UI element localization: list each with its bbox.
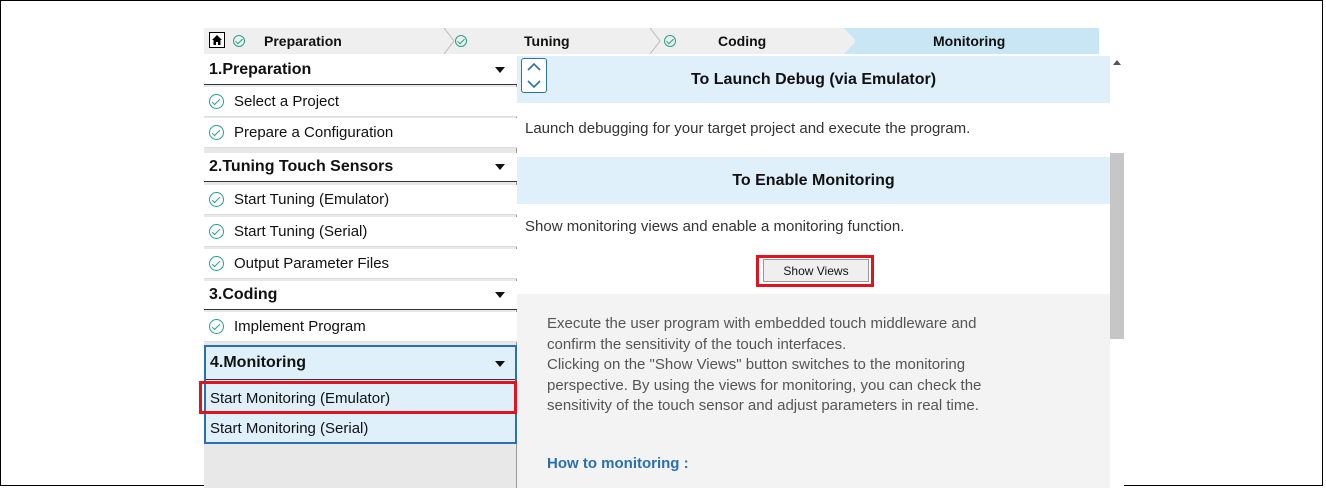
launch-debug-header: To Launch Debug (via Emulator) [517, 56, 1110, 103]
sidebar-item-label: Output Parameter Files [234, 255, 390, 272]
vertical-scrollbar[interactable] [1110, 56, 1124, 488]
chevron-down-icon[interactable] [495, 67, 505, 73]
section-title: 4.Monitoring [210, 354, 306, 371]
step-monitoring[interactable]: Monitoring [933, 28, 1005, 54]
up-down-nav-button[interactable] [521, 58, 547, 93]
highlight-box-show-views [756, 255, 874, 287]
chevron-right-icon [443, 28, 455, 54]
description-line: perspective. By using the views for moni… [547, 376, 982, 394]
description-line: confirm the sensitivity of the touch int… [547, 335, 847, 353]
sidebar-item-label: Start Monitoring (Serial) [210, 420, 369, 437]
howto-heading: How to monitoring : [547, 455, 689, 472]
check-circle-icon [209, 224, 224, 239]
section-title: 3.Coding [209, 286, 278, 303]
home-icon[interactable] [209, 32, 225, 48]
section-title: 2.Tuning Touch Sensors [209, 158, 394, 175]
section-title: 1.Preparation [209, 61, 312, 78]
section-preparation[interactable]: 1.Preparation [204, 56, 517, 85]
check-icon [455, 35, 467, 47]
chevron-down-icon[interactable] [495, 292, 505, 298]
chevron-right-icon [649, 28, 661, 54]
check-icon [664, 35, 676, 47]
description-line: sensitivity of the touch sensor and adju… [547, 397, 979, 414]
check-circle-icon [209, 256, 224, 271]
description-line: Execute the user program with embedded t… [547, 315, 977, 332]
sidebar-item-label: Start Tuning (Serial) [234, 223, 368, 240]
highlight-box-emulator [199, 381, 517, 414]
description-line: Clicking on the "Show Views" button swit… [547, 356, 966, 373]
step-coding[interactable]: Coding [664, 28, 766, 54]
enable-text: Show monitoring views and enable a monit… [525, 218, 905, 235]
check-circle-icon [209, 125, 224, 140]
check-icon [233, 35, 245, 47]
sidebar-item-label: Select a Project [234, 93, 340, 110]
sidebar-item-start-monitoring-serial[interactable]: Start Monitoring (Serial) [206, 413, 515, 444]
sidebar-item-label: Prepare a Configuration [234, 124, 394, 141]
step-label: Preparation [264, 33, 342, 49]
sidebar-item-implement-program[interactable]: Implement Program [204, 312, 517, 342]
sidebar-item-label: Implement Program [234, 318, 366, 335]
section-coding[interactable]: 3.Coding [204, 281, 517, 310]
sidebar-item-start-tuning-emulator[interactable]: Start Tuning (Emulator) [204, 185, 517, 215]
sidebar-item-start-tuning-serial[interactable]: Start Tuning (Serial) [204, 217, 517, 247]
breadcrumb: Preparation Tuning Coding Monitoring [204, 28, 1099, 54]
sidebar-item-select-project[interactable]: Select a Project [204, 87, 517, 117]
chevron-down-icon[interactable] [495, 164, 505, 170]
sidebar-item-prepare-configuration[interactable]: Prepare a Configuration [204, 118, 517, 148]
step-preparation[interactable]: Preparation [233, 28, 342, 54]
check-circle-icon [209, 319, 224, 334]
check-circle-icon [209, 94, 224, 109]
description-panel: Execute the user program with embedded t… [517, 294, 1110, 488]
chevron-down-icon[interactable] [526, 79, 542, 89]
sidebar-item-label: Start Tuning (Emulator) [234, 191, 390, 208]
step-label: Coding [718, 33, 767, 49]
sidebar: 1.Preparation Select a Project Prepare a… [204, 56, 517, 488]
step-label: Tuning [524, 33, 570, 49]
step-tuning[interactable]: Tuning [524, 28, 570, 54]
section-header[interactable]: 4.Monitoring [206, 347, 515, 380]
sidebar-item-output-parameter-files[interactable]: Output Parameter Files [204, 249, 517, 279]
enable-monitoring-header: To Enable Monitoring [517, 157, 1110, 204]
section-tuning[interactable]: 2.Tuning Touch Sensors [204, 153, 517, 182]
description-text: Execute the user program with embedded t… [547, 314, 1087, 417]
chevron-down-icon[interactable] [495, 361, 505, 367]
scrollbar-thumb[interactable] [1110, 153, 1124, 339]
launch-text: Launch debugging for your target project… [525, 120, 971, 137]
check-circle-icon [209, 192, 224, 207]
section-heading: To Launch Debug (via Emulator) [690, 70, 937, 88]
step-label: Monitoring [933, 33, 1006, 49]
section-heading: To Enable Monitoring [732, 171, 895, 189]
check-icon-tuning [455, 28, 475, 54]
chevron-up-icon[interactable] [526, 62, 542, 72]
scroll-up-arrow-icon[interactable] [1113, 60, 1121, 65]
